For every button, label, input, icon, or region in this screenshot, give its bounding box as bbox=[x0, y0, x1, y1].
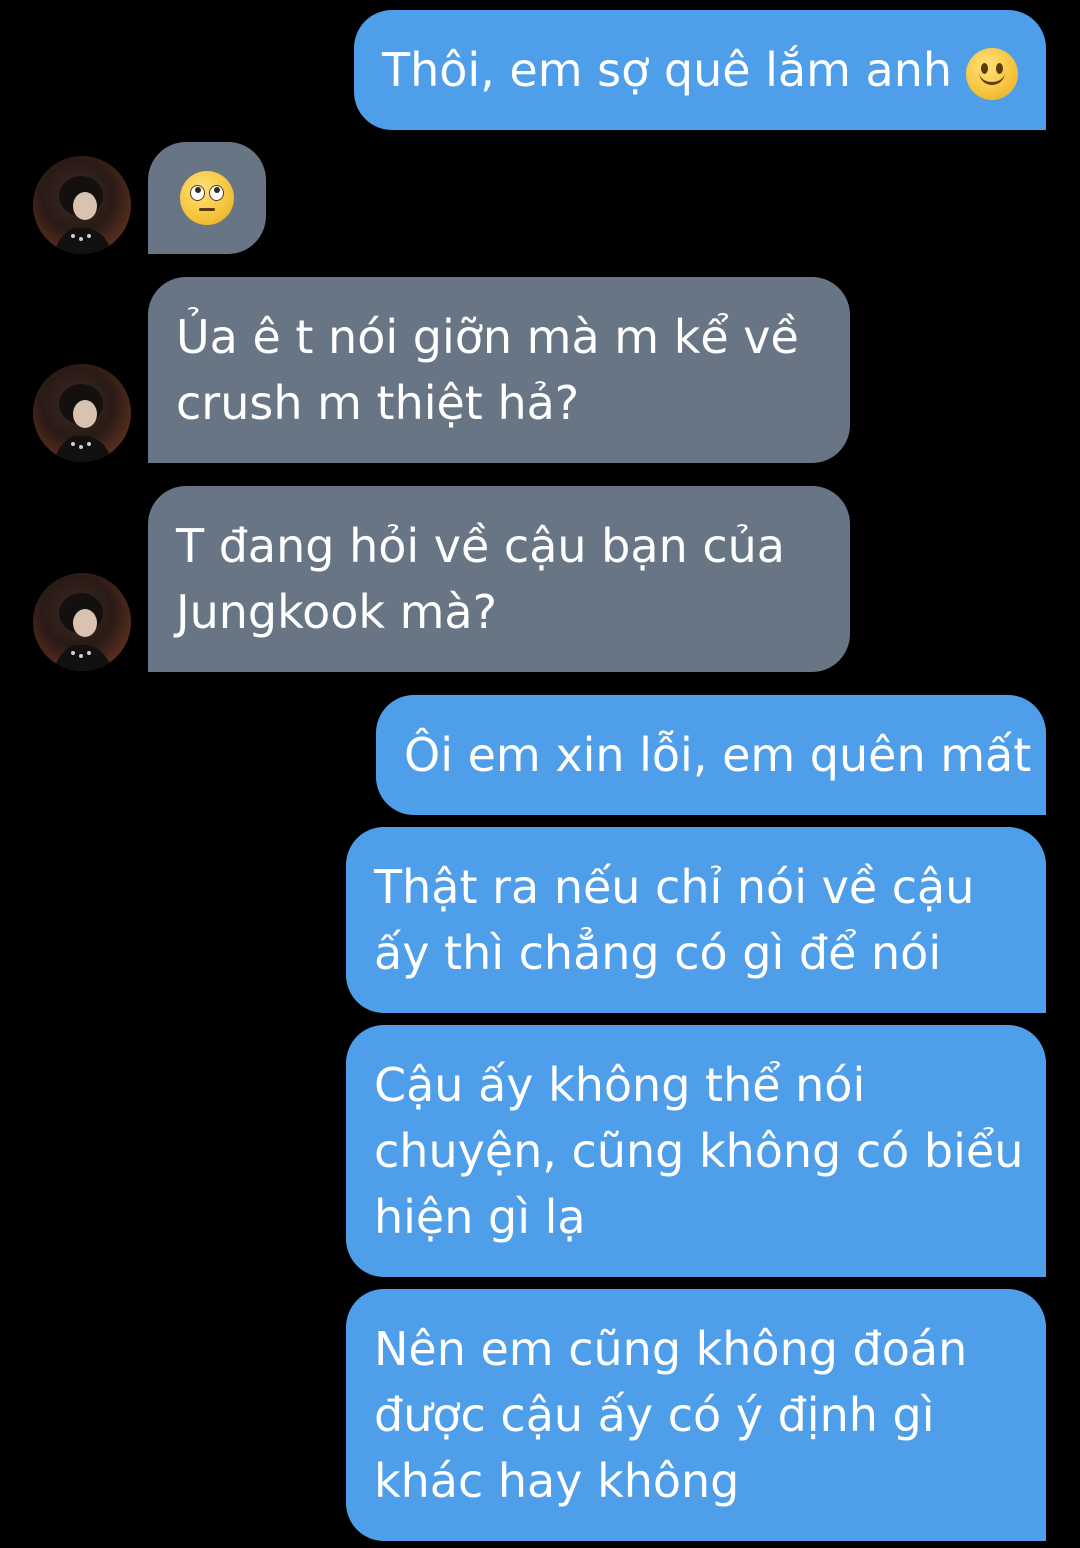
message-text-line: Thật ra nếu chỉ nói về cậu bbox=[374, 860, 975, 914]
message-bubble-received[interactable]: T đang hỏi về cậu bạn của Jungkook mà? bbox=[148, 486, 850, 672]
message-bubble-sent[interactable]: Cậu ấy không thể nói chuyện, cũng không … bbox=[346, 1025, 1046, 1277]
message-text-line: Nên em cũng không đoán bbox=[374, 1322, 968, 1376]
message-bubble-sent[interactable]: Thật ra nếu chỉ nói về cậu ấy thì chẳng … bbox=[346, 827, 1046, 1013]
message-text-line: hiện gì lạ bbox=[374, 1190, 586, 1244]
message-text-line: khác hay không bbox=[374, 1454, 740, 1508]
message-text-line: T đang hỏi về cậu bạn của bbox=[176, 519, 785, 573]
avatar-portrait-icon bbox=[53, 384, 113, 462]
avatar-portrait-icon bbox=[53, 593, 113, 671]
face-with-rolling-eyes-icon bbox=[180, 171, 234, 225]
message-bubble-received[interactable] bbox=[148, 142, 266, 254]
message-bubble-sent[interactable]: Ôi em xin lỗi, em quên mất bbox=[376, 695, 1046, 815]
slightly-smiling-face-icon bbox=[966, 47, 1019, 100]
contact-avatar[interactable] bbox=[33, 156, 131, 254]
message-bubble-received[interactable]: Ủa ê t nói giỡn mà m kể về crush m thiệt… bbox=[148, 277, 850, 463]
message-text: Thôi, em sợ quê lắm anh bbox=[382, 37, 1019, 103]
message-text-line: Jungkook mà? bbox=[176, 585, 498, 639]
contact-avatar[interactable] bbox=[33, 573, 131, 671]
avatar-portrait-icon bbox=[53, 176, 113, 254]
message-bubble-sent[interactable]: Thôi, em sợ quê lắm anh bbox=[354, 10, 1046, 130]
message-text-line: ấy thì chẳng có gì để nói bbox=[374, 926, 942, 980]
message-text-line: được cậu ấy có ý định gì bbox=[374, 1388, 935, 1442]
message-text-line: chuyện, cũng không có biểu bbox=[374, 1124, 1024, 1178]
message-text-line: Ôi em xin lỗi, em quên mất bbox=[404, 728, 1032, 782]
message-bubble-sent[interactable]: Nên em cũng không đoán được cậu ấy có ý … bbox=[346, 1289, 1046, 1541]
message-text-line: crush m thiệt hả? bbox=[176, 376, 580, 430]
message-text-line: Cậu ấy không thể nói bbox=[374, 1058, 866, 1112]
message-text-line: Ủa ê t nói giỡn mà m kể về bbox=[176, 310, 799, 364]
contact-avatar[interactable] bbox=[33, 364, 131, 462]
